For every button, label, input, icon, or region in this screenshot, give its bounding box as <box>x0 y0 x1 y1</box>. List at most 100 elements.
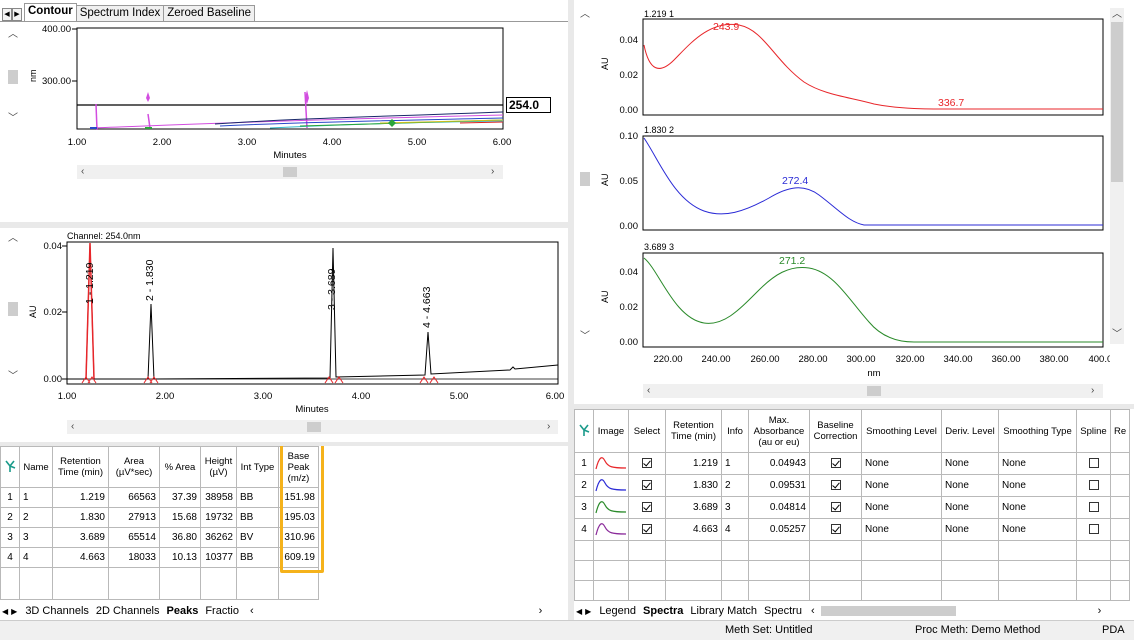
cell-height[interactable]: 38958 <box>200 487 237 508</box>
table-row[interactable]: 3 3.689 3 0.04814 None None None <box>574 496 1131 519</box>
checkbox-checked[interactable] <box>642 524 652 535</box>
cell-info[interactable]: 2 <box>721 474 749 497</box>
tab-fractions[interactable]: Fractio <box>203 605 241 617</box>
cell-re[interactable] <box>1109 518 1131 541</box>
cell-image[interactable] <box>593 518 629 541</box>
col-header-name[interactable]: Name <box>19 446 53 488</box>
checkbox-unchecked[interactable] <box>1088 480 1099 491</box>
row-number[interactable]: 1 <box>0 487 20 508</box>
contour-plot[interactable]: nm 400.00 300.00 1.00 2.00 3.00 4.00 5.0… <box>0 22 568 162</box>
table-row[interactable]: 2 2 1.830 27913 15.68 19732 BB 195.03 <box>0 507 319 528</box>
cell-image[interactable] <box>593 474 629 497</box>
col-header-re[interactable]: Re <box>1109 409 1131 453</box>
tab-scroll-right-icon[interactable]: ▶ <box>11 607 17 616</box>
checkbox-checked[interactable] <box>642 480 652 491</box>
tab-scroll-left-icon[interactable]: ◀ <box>2 607 8 616</box>
checkbox-unchecked[interactable] <box>1088 502 1099 513</box>
cell-spline[interactable] <box>1076 474 1111 497</box>
cell-height[interactable]: 10377 <box>200 547 237 568</box>
scroll-left-icon[interactable]: ‹ <box>71 422 74 432</box>
cell-area[interactable]: 66563 <box>108 487 160 508</box>
scroll-right-icon[interactable]: › <box>547 422 550 432</box>
scroll-right-icon[interactable]: › <box>491 167 494 177</box>
checkbox-unchecked[interactable] <box>1088 524 1099 535</box>
checkbox-checked[interactable] <box>642 458 652 469</box>
scroll-up-icon[interactable]: ︿ <box>1112 10 1122 20</box>
cell-deriv-level[interactable]: None <box>941 474 999 497</box>
cell-name[interactable]: 4 <box>19 547 53 568</box>
checkbox-checked[interactable] <box>830 524 841 535</box>
table-row[interactable]: 1 1 1.219 66563 37.39 38958 BB 151.98 <box>0 487 319 508</box>
row-number[interactable]: 4 <box>0 547 20 568</box>
tab-spectrum[interactable]: Spectru <box>762 605 804 617</box>
table-row[interactable]: 3 3 3.689 65514 36.80 36262 BV 310.96 <box>0 527 319 548</box>
cell-re[interactable] <box>1109 474 1131 497</box>
cell-baseline-correction[interactable] <box>809 518 862 541</box>
scroll-thumb[interactable] <box>283 167 297 177</box>
cell-select[interactable] <box>628 474 666 497</box>
cell-retention-time[interactable]: 4.663 <box>665 518 722 541</box>
cell-smoothing-level[interactable]: None <box>861 496 942 519</box>
cell-select[interactable] <box>628 452 666 475</box>
row-number[interactable]: 2 <box>0 507 20 528</box>
table-row[interactable]: 4 4 4.663 18033 10.13 10377 BB 609.19 <box>0 547 319 568</box>
col-header-retention-time[interactable]: Retention Time (min) <box>665 409 722 453</box>
scroll-down-icon[interactable]: ﹀ <box>1112 330 1122 340</box>
row-number[interactable]: 4 <box>574 518 594 541</box>
cell-int-type[interactable]: BB <box>236 507 279 528</box>
cell-int-type[interactable]: BB <box>236 487 279 508</box>
checkbox-checked[interactable] <box>642 502 652 513</box>
scroll-thumb[interactable] <box>307 422 321 432</box>
scroll-right-icon[interactable]: › <box>539 605 543 617</box>
col-header-info[interactable]: Info <box>721 409 749 453</box>
cell-percent-area[interactable]: 37.39 <box>159 487 201 508</box>
cell-select[interactable] <box>628 496 666 519</box>
cell-info[interactable]: 4 <box>721 518 749 541</box>
cell-name[interactable]: 1 <box>19 487 53 508</box>
cell-re[interactable] <box>1109 496 1131 519</box>
grid-menu-cell[interactable] <box>574 409 594 453</box>
col-header-smoothing-type[interactable]: Smoothing Type <box>998 409 1077 453</box>
cell-deriv-level[interactable]: None <box>941 452 999 475</box>
scroll-left-icon[interactable]: ‹ <box>811 605 815 617</box>
col-header-retention-time[interactable]: Retention Time (min) <box>52 446 109 488</box>
scroll-left-icon[interactable]: ‹ <box>647 386 650 396</box>
tab-2d-channels[interactable]: 2D Channels <box>94 605 162 617</box>
cell-retention-time[interactable]: 3.689 <box>52 527 109 548</box>
cell-spline[interactable] <box>1076 452 1111 475</box>
cell-area[interactable]: 18033 <box>108 547 160 568</box>
tab-scroll-left-icon[interactable]: ◀ <box>576 607 582 616</box>
cell-retention-time[interactable]: 3.689 <box>665 496 722 519</box>
checkbox-unchecked[interactable] <box>1088 458 1099 469</box>
table-row[interactable]: 1 1.219 1 0.04943 None None None <box>574 452 1131 475</box>
cell-percent-area[interactable]: 10.13 <box>159 547 201 568</box>
cell-retention-time[interactable]: 1.830 <box>665 474 722 497</box>
row-number[interactable]: 2 <box>574 474 594 497</box>
spectra-horizontal-scrollbar[interactable]: ‹ › <box>643 384 1103 398</box>
scroll-right-icon[interactable]: › <box>1091 386 1094 396</box>
cell-smoothing-type[interactable]: None <box>998 518 1077 541</box>
row-number[interactable]: 3 <box>0 527 20 548</box>
spectra-plots[interactable]: 1.219 1 AU 0.04 0.02 0.00 243.9 336.7 1.… <box>574 0 1110 380</box>
cell-percent-area[interactable]: 15.68 <box>159 507 201 528</box>
tab-contour[interactable]: Contour <box>24 3 77 21</box>
cell-name[interactable]: 2 <box>19 507 53 528</box>
tab-scroll-right-button[interactable]: ▶ <box>12 8 22 21</box>
col-header-percent-area[interactable]: % Area <box>159 446 201 488</box>
cell-baseline-correction[interactable] <box>809 452 862 475</box>
chromatogram-horizontal-scrollbar[interactable]: ‹ › <box>67 420 558 434</box>
cell-baseline-correction[interactable] <box>809 496 862 519</box>
cell-area[interactable]: 27913 <box>108 507 160 528</box>
cell-smoothing-level[interactable]: None <box>861 474 942 497</box>
cell-percent-area[interactable]: 36.80 <box>159 527 201 548</box>
cell-deriv-level[interactable]: None <box>941 496 999 519</box>
cell-image[interactable] <box>593 496 629 519</box>
tab-spectrum-index[interactable]: Spectrum Index <box>75 5 165 21</box>
scroll-right-icon[interactable]: › <box>1098 605 1102 617</box>
cell-max-absorbance[interactable]: 0.04814 <box>748 496 810 519</box>
cell-retention-time[interactable]: 4.663 <box>52 547 109 568</box>
cell-height[interactable]: 36262 <box>200 527 237 548</box>
table-row[interactable]: 4 4.663 4 0.05257 None None None <box>574 518 1131 541</box>
cell-max-absorbance[interactable]: 0.09531 <box>748 474 810 497</box>
cell-retention-time[interactable]: 1.219 <box>665 452 722 475</box>
